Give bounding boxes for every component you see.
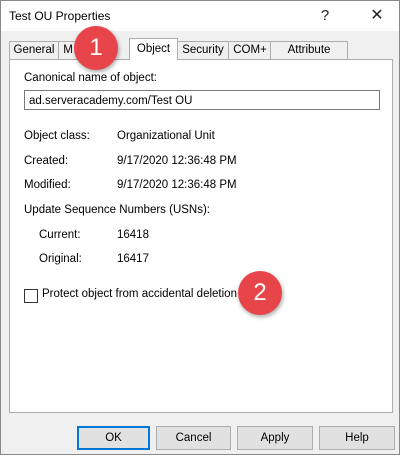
help-icon[interactable]: ? xyxy=(314,6,336,26)
object-class-label: Object class: xyxy=(24,130,90,142)
cancel-button[interactable]: Cancel xyxy=(156,426,231,450)
canonical-name-label: Canonical name of object: xyxy=(24,72,157,84)
title-bar: Test OU Properties ? ✕ xyxy=(1,1,399,31)
callout-badge-2: 2 xyxy=(238,271,282,315)
usn-current-label: Current: xyxy=(39,229,81,241)
help-button[interactable]: Help xyxy=(319,426,395,450)
window-title: Test OU Properties xyxy=(9,9,111,23)
modified-value: 9/17/2020 12:36:48 PM xyxy=(117,179,237,191)
object-class-value: Organizational Unit xyxy=(117,130,215,142)
usn-current-value: 16418 xyxy=(117,229,149,241)
modified-label: Modified: xyxy=(24,179,71,191)
tab-object[interactable]: Object xyxy=(129,38,178,60)
object-tab-panel: Canonical name of object: ad.serveracade… xyxy=(9,59,393,413)
created-value: 9/17/2020 12:36:48 PM xyxy=(117,155,237,167)
properties-dialog: Test OU Properties ? ✕ General M Object … xyxy=(0,0,400,455)
protect-deletion-label[interactable]: Protect object from accidental deletion xyxy=(42,288,237,300)
ok-button[interactable]: OK xyxy=(77,426,150,450)
tab-com-plus[interactable]: COM+ xyxy=(228,41,272,59)
close-icon[interactable]: ✕ xyxy=(366,6,388,26)
tab-security[interactable]: Security xyxy=(176,41,230,59)
usn-original-value: 16417 xyxy=(117,253,149,265)
apply-button[interactable]: Apply xyxy=(237,426,313,450)
usn-label: Update Sequence Numbers (USNs): xyxy=(24,204,210,216)
protect-deletion-checkbox[interactable] xyxy=(24,289,38,303)
usn-original-label: Original: xyxy=(39,253,82,265)
created-label: Created: xyxy=(24,155,69,167)
canonical-name-field[interactable]: ad.serveracademy.com/Test OU xyxy=(24,90,380,110)
tab-general[interactable]: General xyxy=(9,41,59,59)
tab-attribute-editor[interactable]: Attribute Editor xyxy=(270,41,348,73)
callout-badge-1: 1 xyxy=(74,26,118,70)
